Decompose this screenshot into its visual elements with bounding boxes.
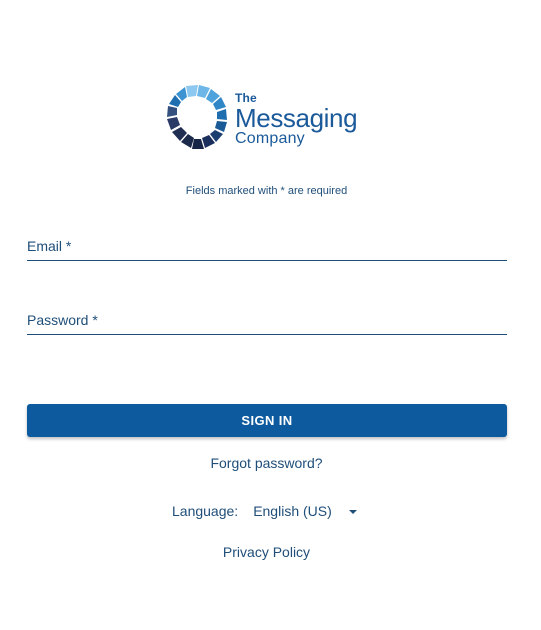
logo-mark-icon	[167, 85, 227, 149]
privacy-policy-link[interactable]: Privacy Policy	[0, 544, 533, 560]
password-input[interactable]	[27, 306, 507, 334]
logo-text-messaging: Messaging	[235, 103, 358, 133]
language-selector-row: Language: English (US)	[172, 500, 357, 522]
company-logo: The Messaging Company	[164, 84, 374, 152]
language-value: English (US)	[253, 503, 332, 519]
email-field[interactable]: Email *	[27, 232, 507, 261]
password-field[interactable]: Password *	[27, 306, 507, 335]
logo-text-company: Company	[235, 130, 305, 147]
sign-in-button[interactable]: SIGN IN	[27, 404, 507, 437]
login-page: The Messaging Company Fields marked with…	[0, 0, 541, 630]
email-input[interactable]	[27, 232, 507, 260]
caret-down-icon	[348, 510, 357, 514]
language-select[interactable]: English (US)	[253, 503, 357, 519]
logo-wordmark: The Messaging Company	[235, 92, 358, 147]
required-fields-note: Fields marked with * are required	[185, 185, 348, 197]
forgot-password-link[interactable]: Forgot password?	[0, 455, 533, 471]
language-label: Language:	[172, 503, 239, 519]
